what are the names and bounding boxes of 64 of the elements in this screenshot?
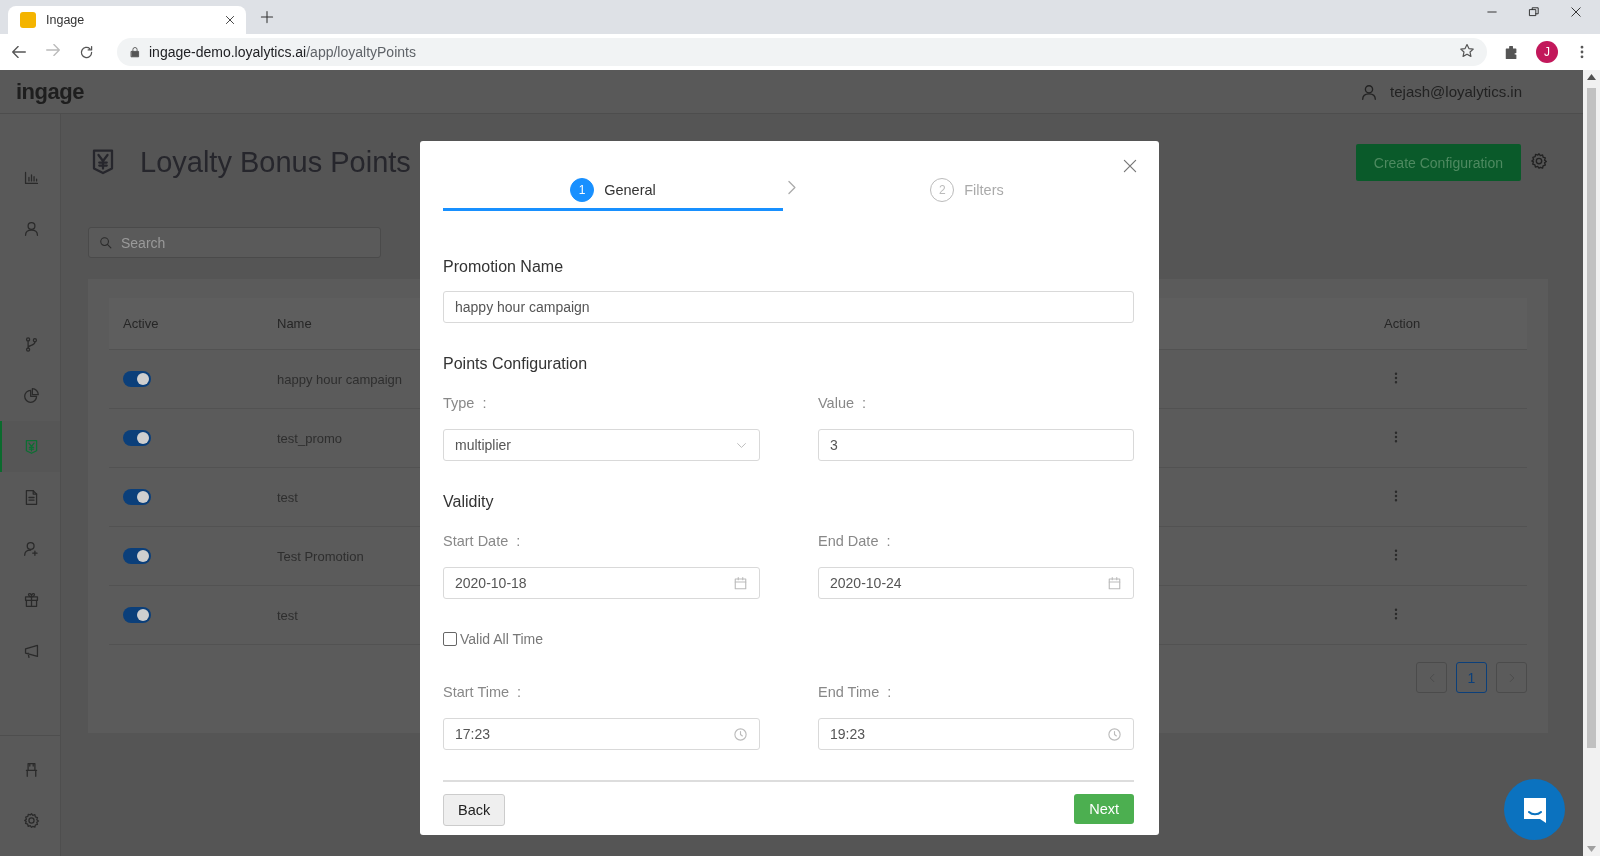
user-icon: [22, 220, 40, 237]
type-select[interactable]: multiplier: [443, 429, 760, 461]
field-label: Start Time: [443, 684, 510, 700]
clock-icon: [1107, 726, 1122, 742]
column-header: Name: [277, 316, 312, 331]
back-icon: [10, 43, 28, 61]
active-toggle[interactable]: [123, 371, 151, 387]
forward-icon: [44, 41, 62, 59]
gift-icon: [22, 591, 40, 608]
back-button[interactable]: Back: [443, 794, 506, 826]
colon: :: [886, 533, 891, 549]
colon: :: [516, 533, 521, 549]
colon: :: [482, 395, 487, 411]
settings-icon: [22, 812, 40, 829]
field-label: Start Date: [443, 533, 509, 549]
active-toggle[interactable]: [123, 430, 151, 446]
browser-tab[interactable]: Ingage: [8, 6, 246, 34]
star-icon: [1459, 42, 1475, 59]
favicon-icon: [20, 12, 36, 28]
user-add-icon: [22, 540, 40, 557]
column-header: Action: [1384, 316, 1421, 331]
active-toggle[interactable]: [123, 489, 151, 505]
start-time-field[interactable]: 17:23: [443, 718, 760, 750]
reload-icon: [78, 43, 95, 61]
profile-avatar[interactable]: J: [1536, 41, 1558, 63]
field-label: End Date: [818, 533, 879, 549]
field-label: Promotion Name: [443, 258, 565, 276]
active-toggle[interactable]: [123, 607, 151, 623]
active-toggle[interactable]: [123, 548, 151, 564]
scroll-up-icon[interactable]: [1587, 74, 1596, 80]
close-icon: [224, 14, 236, 26]
colon: :: [862, 395, 867, 411]
end-time-field[interactable]: 19:23: [818, 718, 1134, 750]
restore-icon: [1528, 6, 1540, 18]
colon: :: [517, 684, 522, 700]
column-header: Active: [123, 316, 159, 331]
value-field[interactable]: 3: [818, 429, 1134, 461]
calendar-icon: [733, 575, 748, 591]
scrollbar[interactable]: [1583, 70, 1600, 856]
section-heading: Points Configuration: [443, 355, 589, 373]
step-tab[interactable]: 1 General: [443, 177, 783, 211]
close-icon: [1570, 6, 1582, 18]
search-icon: [99, 235, 113, 250]
field-label: End Time: [818, 684, 880, 700]
colon: :: [887, 684, 892, 700]
close-icon: [1122, 158, 1138, 174]
end-date-field[interactable]: 2020-10-24: [818, 567, 1134, 599]
promotion-name-field[interactable]: happy hour campaign: [443, 291, 1134, 323]
pie-chart-icon: [22, 387, 40, 404]
bar-chart-icon: [22, 169, 40, 186]
calendar-icon: [1107, 575, 1122, 591]
address-bar[interactable]: ingage-demo.loyalytics.ai/app/loyaltyPoints: [117, 38, 1487, 66]
start-date-field[interactable]: 2020-10-18: [443, 567, 760, 599]
valid-all-time-checkbox[interactable]: Valid All Time: [443, 631, 1134, 647]
section-heading: Validity: [443, 493, 495, 511]
field-label: Type: [443, 395, 475, 411]
new-tab-icon: [260, 10, 274, 24]
lock-icon: [129, 46, 141, 58]
megaphone-icon: [22, 642, 40, 659]
user-icon: [1360, 82, 1379, 101]
clock-icon: [733, 726, 748, 742]
field-label: Value: [818, 395, 854, 411]
scroll-down-icon[interactable]: [1587, 846, 1596, 852]
settings-icon: [1530, 151, 1548, 170]
